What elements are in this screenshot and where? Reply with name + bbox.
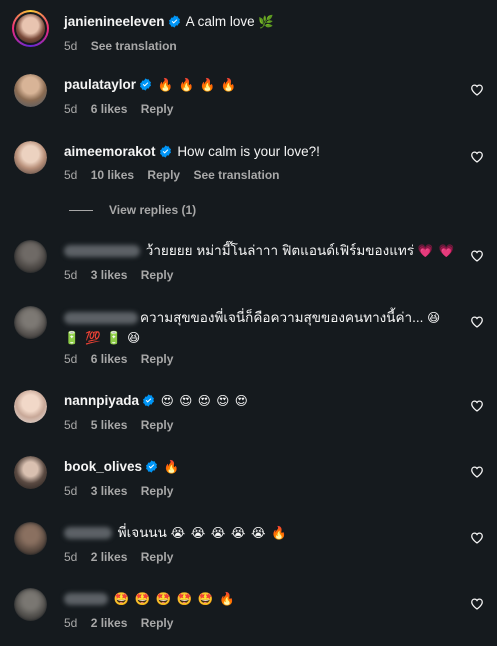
heart-outline-icon[interactable] [470, 597, 484, 611]
verified-badge-icon [146, 460, 157, 473]
comment-time: 5d [64, 268, 78, 282]
blurred-username[interactable] [64, 245, 140, 258]
comment-likes[interactable]: 5 likes [91, 418, 128, 432]
verified-badge-icon [143, 394, 154, 407]
comment-emoji: 😍 😍 😍 😍 😍 [160, 394, 249, 408]
comment-emoji: 💗 💗 [417, 244, 456, 258]
heart-outline-icon[interactable] [470, 150, 484, 164]
heart-outline-icon[interactable] [470, 399, 484, 413]
reply-button[interactable]: Reply [141, 418, 174, 432]
avatar[interactable] [14, 74, 47, 107]
avatar[interactable] [14, 588, 47, 621]
caption-emoji: 🌿 [258, 15, 275, 29]
heart-outline-icon[interactable] [470, 315, 484, 329]
avatar[interactable] [14, 522, 47, 555]
comment-username[interactable]: nannpiyada [64, 393, 139, 408]
see-translation-link[interactable]: See translation [193, 168, 279, 182]
verified-badge-icon [140, 78, 151, 91]
comment-likes[interactable]: 6 likes [91, 102, 128, 116]
comment-text: ความสุขของพี่เจนี่ก็คือความสุขของคนทางนี… [140, 310, 424, 325]
heart-outline-icon[interactable] [470, 83, 484, 97]
blurred-username[interactable] [64, 593, 108, 606]
comment-likes[interactable]: 3 likes [91, 484, 128, 498]
reply-button[interactable]: Reply [141, 550, 174, 564]
comment-time: 5d [64, 550, 78, 564]
blurred-username[interactable] [64, 527, 112, 540]
comment-time: 5d [64, 418, 78, 432]
comment-time: 5d [64, 484, 78, 498]
comment-username[interactable]: aimeemorakot [64, 144, 156, 159]
comment-username[interactable]: book_olives [64, 459, 142, 474]
comment-likes[interactable]: 10 likes [91, 168, 134, 182]
reply-button[interactable]: Reply [141, 352, 174, 366]
verified-badge-icon [168, 15, 180, 28]
comment-text: How calm is your love?! [177, 144, 320, 159]
comments-feed: janienineeleven A calm love 🌿 5d See tra… [0, 0, 497, 646]
see-translation-link[interactable]: See translation [91, 39, 177, 53]
comment-time: 5d [64, 102, 78, 116]
heart-outline-icon[interactable] [470, 531, 484, 545]
caption-username[interactable]: janienineeleven [64, 14, 165, 29]
blurred-username[interactable] [64, 312, 138, 325]
comment-likes[interactable]: 2 likes [91, 550, 128, 564]
heart-outline-icon[interactable] [470, 249, 484, 263]
caption-text: A calm love [185, 14, 255, 29]
avatar[interactable] [14, 306, 47, 339]
comment-emoji: 🔥 🔥 🔥 🔥 [157, 78, 238, 92]
comment-emoji: 🤩 🤩 🤩 🤩 🤩 🔥 [113, 592, 236, 606]
reply-button[interactable]: Reply [141, 268, 174, 282]
comment-likes[interactable]: 2 likes [91, 616, 128, 630]
comment-text: พี่เจนนน [117, 525, 167, 540]
heart-outline-icon[interactable] [470, 465, 484, 479]
reply-button[interactable]: Reply [141, 616, 174, 630]
view-replies-label: View replies (1) [109, 203, 197, 217]
avatar[interactable] [14, 390, 47, 423]
avatar[interactable] [14, 240, 47, 273]
view-replies-button[interactable]: View replies (1) [69, 203, 196, 217]
avatar[interactable] [12, 10, 49, 47]
comment-username[interactable]: paulataylor [64, 77, 136, 92]
divider [69, 210, 93, 212]
comment-time: 5d [64, 616, 78, 630]
comment-emoji: 🔥 [163, 460, 181, 474]
avatar[interactable] [14, 141, 47, 174]
verified-badge-icon [159, 145, 171, 158]
comment-emoji: 😭 😭 😭 😭 😭 🔥 [170, 526, 288, 540]
reply-button[interactable]: Reply [147, 168, 180, 182]
reply-button[interactable]: Reply [141, 484, 174, 498]
comment-text: ว้ายยยย หม่ามี๊โนล่าาา ฟิตแอนด์เฟิร์มของ… [145, 243, 415, 258]
avatar[interactable] [14, 456, 47, 489]
comment-time: 5d [64, 168, 78, 182]
comment-likes[interactable]: 3 likes [91, 268, 128, 282]
caption-time: 5d [64, 39, 78, 53]
reply-button[interactable]: Reply [141, 102, 174, 116]
comment-time: 5d [64, 352, 78, 366]
comment-likes[interactable]: 6 likes [91, 352, 128, 366]
